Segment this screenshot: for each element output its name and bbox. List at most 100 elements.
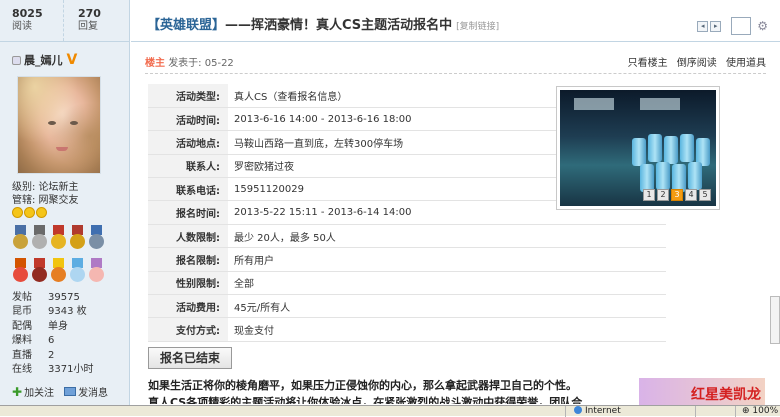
medal-icon[interactable] <box>88 258 105 282</box>
medal-row-1 <box>12 225 105 249</box>
message-label: 发消息 <box>78 388 109 399</box>
gallery-page-button[interactable]: 4 <box>685 189 697 201</box>
avatar-eye <box>70 121 78 125</box>
side-feedback-tab[interactable] <box>770 296 780 344</box>
zone-label: Internet <box>585 406 621 416</box>
post-main: 【英雄联盟】——挥洒豪情！真人CS主题活动报名中 [复制链接] ◂ ▸ ⚙ 楼主 … <box>131 0 780 405</box>
medal-icon[interactable] <box>31 258 48 282</box>
activity-field-label: 联系电话: <box>148 177 228 201</box>
next-thread-icon[interactable]: ▸ <box>710 20 722 32</box>
medal-icon[interactable] <box>69 225 86 249</box>
thread-title-bar: 【英雄联盟】——挥洒豪情！真人CS主题活动报名中 [复制链接] ◂ ▸ ⚙ <box>131 0 780 42</box>
medal-icon[interactable] <box>88 225 105 249</box>
wrench-icon[interactable]: ⚙ <box>757 19 768 33</box>
profile-key: 发帖 <box>12 292 32 303</box>
page-jump-input[interactable] <box>731 17 752 35</box>
signup-closed-button[interactable]: 报名已结束 <box>148 347 232 369</box>
ad-text: 红星美凯龙 <box>691 387 761 403</box>
activity-field-value: 最少 20人，最多 50人 <box>234 232 336 244</box>
barrel <box>688 162 702 190</box>
zoom-level[interactable]: ⊕ 100% <box>742 406 778 417</box>
level-faces <box>12 207 47 218</box>
host-label: 楼主 <box>145 58 165 69</box>
thread-title-text: ——挥洒豪情！真人CS主题活动报名中 <box>225 18 453 33</box>
profile-value: 2 <box>48 349 55 361</box>
activity-field-label: 报名限制: <box>148 247 228 272</box>
plus-icon: ✚ <box>12 384 23 399</box>
smiley-icon <box>36 207 47 218</box>
replies-label: 回复 <box>78 21 98 32</box>
post-date: 发表于: 05-22 <box>168 58 234 69</box>
medal-icon[interactable] <box>50 258 67 282</box>
follow-button[interactable]: ✚ 加关注 <box>12 384 55 400</box>
profile-row: 发帖 39575 <box>12 291 93 305</box>
gallery-page-button[interactable]: 3 <box>671 189 683 201</box>
profile-value: 3371小时 <box>48 364 94 376</box>
gallery-page-button[interactable]: 1 <box>643 189 655 201</box>
gallery-page-button[interactable]: 5 <box>699 189 711 201</box>
profile-row: 昆币 9343 枚 <box>12 305 93 319</box>
medal-icon[interactable] <box>12 258 29 282</box>
copy-link-button[interactable]: [复制链接] <box>456 22 499 32</box>
avatar[interactable] <box>17 76 101 174</box>
gallery-page-button[interactable]: 2 <box>657 189 669 201</box>
use-tools-link[interactable]: 使用道具 <box>726 58 766 69</box>
avatar-eye <box>48 121 56 125</box>
medal-icon[interactable] <box>31 225 48 249</box>
gallery-pager: 12345 <box>643 189 711 201</box>
activity-photo[interactable]: 12345 <box>556 86 720 210</box>
zoom-label: 100% <box>752 406 779 416</box>
thread-nav: ◂ ▸ ⚙ <box>697 17 768 35</box>
photo-scene: 12345 <box>560 90 716 206</box>
smiley-icon <box>24 207 35 218</box>
post-tools: 只看楼主 倒序阅读 使用道具 <box>622 54 766 69</box>
activity-info-row: 性别限制: 全部 <box>148 271 666 295</box>
activity-field-label: 活动费用: <box>148 294 228 318</box>
post-stats: 8025 阅读 270 回复 <box>0 0 129 42</box>
author-sidebar: 8025 阅读 270 回复 晨_嫣儿 V 级别: 论坛新主 管辖: 网聚交友 <box>0 0 130 405</box>
reverse-order-link[interactable]: 倒序阅读 <box>677 58 717 69</box>
prev-thread-icon[interactable]: ◂ <box>697 20 709 32</box>
profile-value: 9343 枚 <box>48 306 87 318</box>
verified-v-icon: V <box>66 52 78 68</box>
activity-field-value: 现金支付 <box>234 326 274 338</box>
medal-icon[interactable] <box>12 225 29 249</box>
profile-row: 直播 2 <box>12 349 93 363</box>
views-count: 8025 <box>12 7 43 20</box>
views-stat: 8025 阅读 <box>0 0 63 41</box>
activity-field-label: 人数限制: <box>148 224 228 248</box>
profile-key: 配偶 <box>12 320 32 332</box>
profile-value: 39575 <box>48 292 80 303</box>
medal-icon[interactable] <box>50 225 67 249</box>
profile-key: 在线 <box>12 364 32 376</box>
medal-icon[interactable] <box>69 258 86 282</box>
author-level-block: 级别: 论坛新主 管辖: 网聚交友 <box>12 181 79 207</box>
ceiling-light <box>574 98 614 110</box>
activity-field-value: 所有用户 <box>234 255 274 267</box>
profile-row: 爆料 6 <box>12 334 93 348</box>
activity-field-label: 活动时间: <box>148 107 228 131</box>
post-body: 如果生活正将你的棱角磨平，如果压力正侵蚀你的内心，那么拿起武器捍卫自己的个性。 … <box>148 377 618 404</box>
author-name-row[interactable]: 晨_嫣儿 V <box>12 52 77 68</box>
activity-field-label: 报名时间: <box>148 200 228 225</box>
zoom-icon: ⊕ <box>742 406 753 416</box>
status-security-segment <box>695 406 735 417</box>
author-profile: 发帖 39575 昆币 9343 枚 配偶 单身 爆料 6 直播 2 在线 3371小时 <box>12 291 93 377</box>
activity-field-value: 全部 <box>234 279 254 291</box>
profile-value: 单身 <box>48 320 68 332</box>
follow-label: 加关注 <box>24 388 55 399</box>
author-name[interactable]: 晨_嫣儿 <box>24 52 63 68</box>
status-zone-segment: Internet <box>565 406 695 417</box>
barrel <box>680 134 694 162</box>
post-meta: 楼主 发表于: 05-22 只看楼主 倒序阅读 使用道具 <box>145 54 766 70</box>
message-button[interactable]: 发消息 <box>64 384 108 399</box>
only-host-link[interactable]: 只看楼主 <box>628 58 668 69</box>
advertisement-banner[interactable]: 红星美凯龙 <box>639 378 765 405</box>
thread-category[interactable]: 【英雄联盟】 <box>147 18 225 33</box>
barrel <box>656 162 670 190</box>
profile-row: 配偶 单身 <box>12 320 93 334</box>
status-zoom-segment[interactable]: ⊕ 100% <box>735 406 780 417</box>
activity-field-label: 联系人: <box>148 154 228 178</box>
thread-title: 【英雄联盟】——挥洒豪情！真人CS主题活动报名中 [复制链接] <box>147 14 499 33</box>
avatar-hair <box>18 77 100 173</box>
